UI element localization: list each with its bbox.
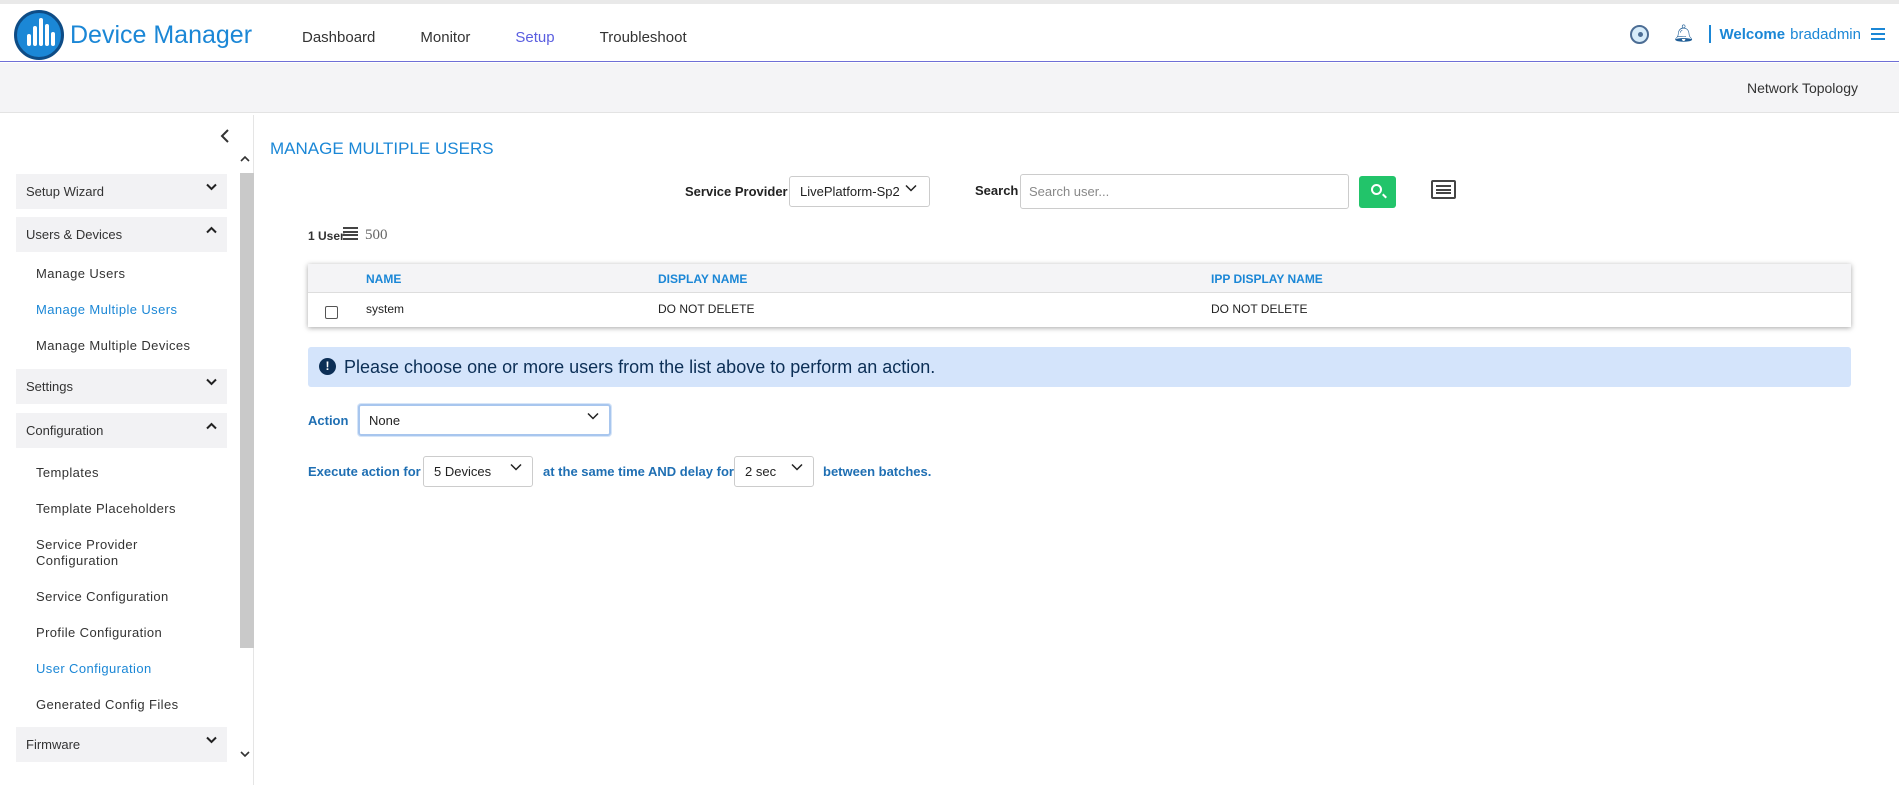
sidebar-item-manage-users[interactable]: Manage Users bbox=[36, 266, 216, 282]
column-header-ipp-display-name[interactable]: IPP DISPLAY NAME bbox=[1211, 272, 1323, 286]
column-header-display-name[interactable]: DISPLAY NAME bbox=[658, 272, 747, 286]
execute-suffix-label: between batches. bbox=[823, 464, 932, 479]
devices-batch-select[interactable]: 5 Devices bbox=[423, 456, 533, 487]
menu-icon[interactable] bbox=[1871, 28, 1885, 40]
cell-name: system bbox=[366, 302, 405, 316]
column-header-name[interactable]: NAME bbox=[366, 272, 401, 286]
page-size[interactable]: 500 bbox=[365, 227, 388, 244]
sidebar-item-service-provider-configuration[interactable]: Service Provider Configuration bbox=[36, 537, 156, 569]
bell-icon[interactable]: 🔔︎ bbox=[1673, 24, 1695, 44]
sidebar-section-users-devices[interactable]: Users & Devices bbox=[16, 217, 227, 252]
brand-title[interactable]: Device Manager bbox=[70, 21, 252, 50]
nav-troubleshoot[interactable]: Troubleshoot bbox=[600, 29, 687, 46]
sidebar: Setup Wizard Users & Devices Manage User… bbox=[6, 115, 254, 785]
search-input[interactable] bbox=[1020, 174, 1349, 209]
execute-prefix-label: Execute action for bbox=[308, 464, 421, 479]
scroll-up-icon[interactable] bbox=[240, 155, 250, 166]
delay-select[interactable]: 2 sec bbox=[734, 456, 814, 487]
page-title: MANAGE MULTIPLE USERS bbox=[270, 139, 494, 158]
table-row[interactable]: system DO NOT DELETE DO NOT DELETE bbox=[308, 293, 1851, 327]
column-list-icon[interactable] bbox=[1431, 180, 1456, 199]
header-actions: 🔔︎ Welcome bradadmin bbox=[1629, 24, 1885, 44]
sidebar-item-templates[interactable]: Templates bbox=[36, 465, 216, 481]
nav-dashboard[interactable]: Dashboard bbox=[302, 29, 375, 46]
sidebar-item-manage-multiple-devices[interactable]: Manage Multiple Devices bbox=[36, 338, 216, 354]
service-provider-select[interactable]: LivePlatform-Sp2 bbox=[789, 176, 930, 207]
username[interactable]: bradadmin bbox=[1790, 26, 1861, 43]
chevron-down-icon bbox=[587, 412, 599, 420]
welcome-label: Welcome bbox=[1719, 25, 1786, 43]
search-label: Search bbox=[975, 183, 1019, 198]
service-provider-label: Service Provider bbox=[685, 184, 788, 199]
action-select[interactable]: None bbox=[358, 404, 611, 436]
execute-middle-label: at the same time AND delay for bbox=[543, 464, 734, 479]
sidebar-scrollbar[interactable] bbox=[238, 155, 254, 785]
user-count: 1 User bbox=[308, 229, 345, 243]
device-manager-logo-icon[interactable] bbox=[14, 10, 64, 60]
scrollbar-thumb[interactable] bbox=[240, 173, 254, 648]
sub-toolbar: Network Topology bbox=[0, 63, 1899, 113]
list-icon[interactable] bbox=[343, 227, 358, 240]
search-icon bbox=[1371, 184, 1382, 195]
globe-icon[interactable] bbox=[1629, 24, 1649, 44]
sidebar-section-setup-wizard[interactable]: Setup Wizard bbox=[16, 174, 227, 209]
sidebar-item-service-configuration[interactable]: Service Configuration bbox=[36, 589, 216, 605]
chevron-down-icon bbox=[206, 736, 217, 744]
sidebar-item-template-placeholders[interactable]: Template Placeholders bbox=[36, 501, 216, 517]
table-header: NAME DISPLAY NAME IPP DISPLAY NAME bbox=[308, 264, 1851, 293]
sidebar-item-generated-config-files[interactable]: Generated Config Files bbox=[36, 697, 216, 713]
users-table: NAME DISPLAY NAME IPP DISPLAY NAME syste… bbox=[308, 264, 1851, 327]
sidebar-section-configuration[interactable]: Configuration bbox=[16, 413, 227, 448]
row-checkbox[interactable] bbox=[325, 306, 338, 319]
header-divider bbox=[1708, 25, 1711, 43]
nav-setup[interactable]: Setup bbox=[515, 29, 554, 46]
chevron-down-icon bbox=[791, 463, 803, 471]
network-topology-link[interactable]: Network Topology bbox=[1747, 80, 1858, 96]
exclamation-icon: ! bbox=[319, 358, 336, 375]
alert-message: Please choose one or more users from the… bbox=[344, 357, 936, 377]
chevron-down-icon bbox=[206, 378, 217, 386]
sidebar-section-firmware[interactable]: Firmware bbox=[16, 727, 227, 762]
cell-display-name: DO NOT DELETE bbox=[658, 302, 755, 316]
chevron-down-icon bbox=[905, 184, 917, 192]
chevron-down-icon bbox=[206, 183, 217, 191]
sidebar-section-settings[interactable]: Settings bbox=[16, 369, 227, 404]
search-button[interactable] bbox=[1359, 176, 1396, 208]
main-nav: Dashboard Monitor Setup Troubleshoot bbox=[302, 29, 732, 46]
cell-ipp-display-name: DO NOT DELETE bbox=[1211, 302, 1308, 316]
action-label: Action bbox=[308, 413, 349, 428]
chevron-down-icon bbox=[510, 463, 522, 471]
info-alert: ! Please choose one or more users from t… bbox=[308, 347, 1851, 387]
sidebar-item-profile-configuration[interactable]: Profile Configuration bbox=[36, 625, 216, 641]
collapse-sidebar-icon[interactable] bbox=[220, 127, 230, 150]
chevron-up-icon bbox=[206, 226, 217, 234]
nav-monitor[interactable]: Monitor bbox=[420, 29, 470, 46]
sidebar-item-user-configuration[interactable]: User Configuration bbox=[36, 661, 216, 677]
sidebar-item-manage-multiple-users[interactable]: Manage Multiple Users bbox=[36, 302, 216, 318]
chevron-up-icon bbox=[206, 422, 217, 430]
scroll-down-icon[interactable] bbox=[240, 750, 250, 761]
app-header: Device Manager Dashboard Monitor Setup T… bbox=[0, 4, 1899, 62]
